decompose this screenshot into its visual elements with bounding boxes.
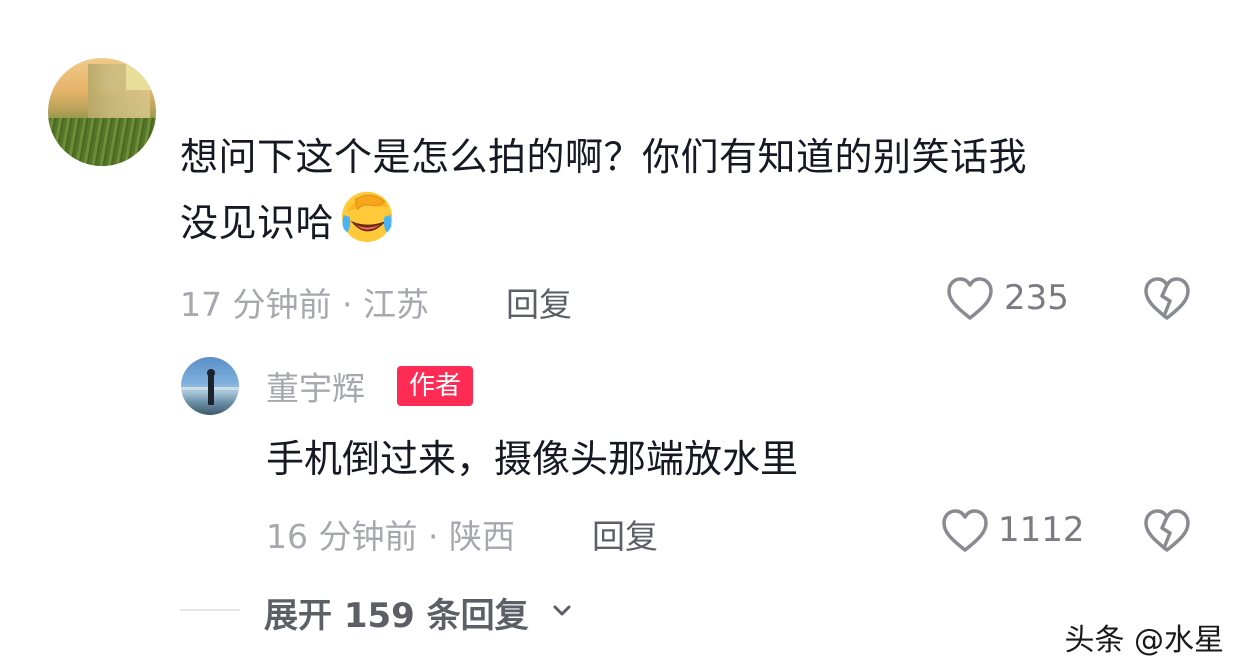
broken-heart-icon[interactable] — [1143, 508, 1191, 554]
comment-like-count: 235 — [1004, 278, 1069, 318]
avatar-grass — [48, 118, 156, 166]
expand-replies-button[interactable]: 展开 159 条回复 — [264, 588, 529, 637]
comment-time: 17 分钟前 — [180, 285, 332, 324]
watermark: 头条 @水星 — [1064, 623, 1224, 658]
broken-heart-icon[interactable] — [1143, 276, 1191, 322]
facepalm-laughing-emoji-icon — [341, 191, 393, 243]
avatar-mosaic-2 — [126, 60, 156, 90]
heart-outline-icon[interactable] — [941, 508, 989, 554]
comment-text: 想问下这个是怎么拍的啊？你们有知道的别笑话我 没见识哈 — [180, 128, 1190, 252]
comment-text-line2: 没见识哈 — [180, 201, 335, 245]
meta-separator: · — [427, 517, 439, 556]
meta-separator: · — [341, 285, 353, 324]
reply-time: 16 分钟前 — [266, 517, 418, 556]
heart-outline-icon[interactable] — [946, 276, 994, 322]
comment-text-line1: 想问下这个是怎么拍的啊？你们有知道的别笑话我 — [180, 135, 1028, 179]
expand-divider — [180, 609, 240, 611]
reply-meta: 16 分钟前 · 陕西 — [266, 510, 515, 558]
reply-location: 陕西 — [448, 517, 515, 556]
chevron-down-icon[interactable] — [552, 604, 572, 618]
reply-text: 手机倒过来，摄像头那端放水里 — [266, 437, 799, 481]
reply-reply-button[interactable]: 回复 — [592, 510, 658, 558]
avatar-person — [208, 373, 214, 405]
commenter-avatar[interactable] — [48, 58, 156, 166]
author-name[interactable]: 董宇辉 — [266, 362, 365, 410]
comment-meta: 17 分钟前 · 江苏 — [180, 278, 429, 326]
comment-reply-button[interactable]: 回复 — [506, 278, 572, 326]
comment-location: 江苏 — [362, 285, 429, 324]
reply-like-count: 1112 — [998, 510, 1085, 550]
author-badge: 作者 — [397, 366, 474, 406]
author-avatar[interactable] — [181, 357, 239, 415]
